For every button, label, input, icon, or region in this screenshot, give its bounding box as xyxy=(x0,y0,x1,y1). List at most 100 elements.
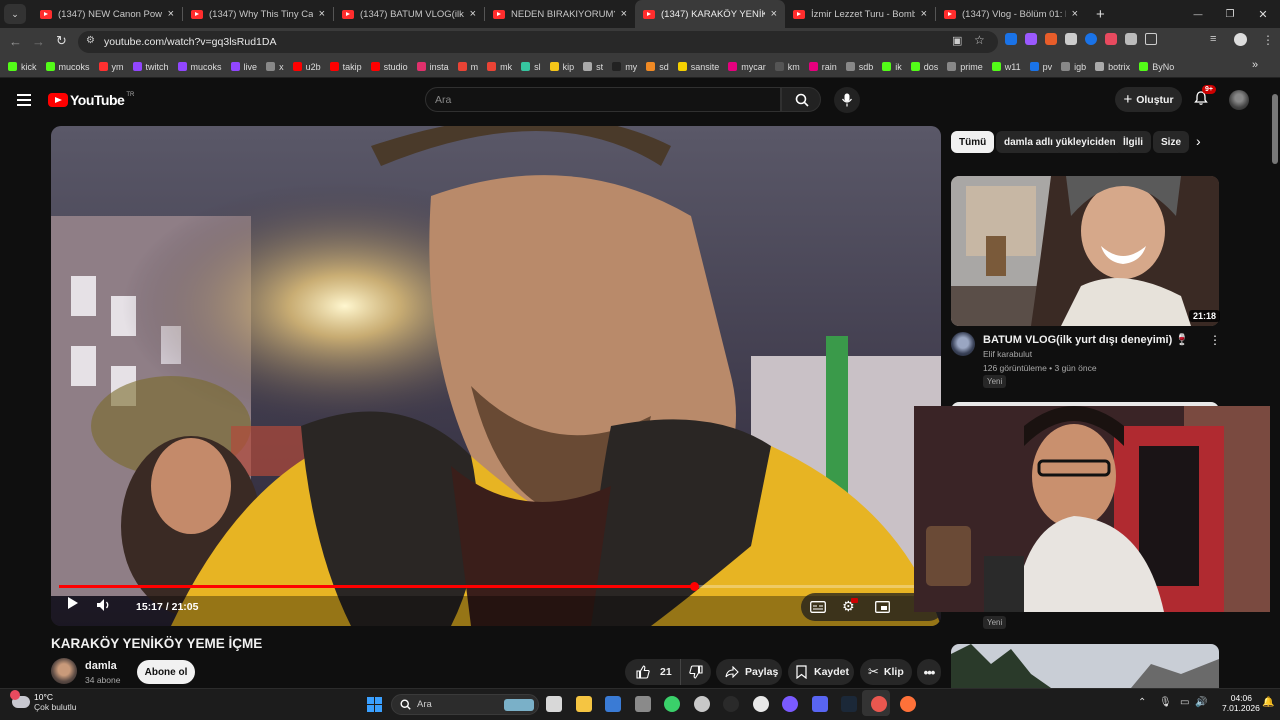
bookmark-item[interactable]: sl xyxy=(521,62,541,72)
notification-center-icon[interactable]: 🔔 xyxy=(1262,697,1274,708)
video-player[interactable]: 15:17 / 21:05 ⚙ xyxy=(51,126,941,626)
file-explorer-icon[interactable] xyxy=(575,696,592,712)
back-arrow-icon[interactable]: ← xyxy=(9,34,22,49)
filter-chip[interactable]: Tümü xyxy=(951,131,995,153)
new-tab-button[interactable]: + xyxy=(1096,6,1105,23)
bookmark-item[interactable]: igb xyxy=(1061,62,1086,72)
extension-icon[interactable] xyxy=(1105,33,1117,45)
start-button[interactable] xyxy=(367,697,382,712)
bookmark-item[interactable]: sansite xyxy=(677,62,719,72)
rec-video-title[interactable]: BATUM VLOG(ilk yurt dışı deneyimi) 🍷 xyxy=(983,333,1189,346)
close-tab-icon[interactable]: × xyxy=(921,8,927,20)
bookmark-item[interactable]: km xyxy=(774,62,800,72)
bookmark-item[interactable]: mk xyxy=(487,62,512,72)
more-actions-button[interactable]: ••• xyxy=(917,659,941,685)
like-button[interactable]: 21 xyxy=(625,659,681,685)
search-input[interactable]: Ara xyxy=(435,94,451,106)
bookmark-item[interactable]: x xyxy=(266,62,284,72)
steam-icon[interactable] xyxy=(841,696,857,712)
bookmark-item[interactable]: rain xyxy=(808,62,837,72)
chips-next-arrow[interactable]: › xyxy=(1196,133,1201,149)
page-scrollbar[interactable] xyxy=(1270,80,1280,688)
scrubber-knob[interactable] xyxy=(689,582,699,591)
extension-icon[interactable] xyxy=(1065,33,1077,45)
bookmark-item[interactable]: ByNo xyxy=(1139,62,1174,72)
miniplayer-icon[interactable] xyxy=(875,601,890,613)
bookmark-item[interactable]: mucoks xyxy=(177,62,222,72)
bookmark-item[interactable]: my xyxy=(612,62,637,72)
account-avatar[interactable] xyxy=(1229,90,1249,110)
install-app-icon[interactable]: ▣ xyxy=(952,34,962,47)
site-info-icon[interactable]: ⚙ xyxy=(86,35,95,46)
extension-icon[interactable] xyxy=(1085,33,1097,45)
browser-tab[interactable]: (1347) NEW Canon Powershot V × xyxy=(32,0,182,28)
bookmark-item[interactable]: kip xyxy=(549,62,574,72)
reading-list-icon[interactable]: ≡ xyxy=(1210,33,1216,45)
channel-avatar[interactable] xyxy=(51,658,77,684)
settings-icon[interactable] xyxy=(634,696,651,712)
bookmark-item[interactable]: ym xyxy=(98,62,124,72)
minimize-button[interactable]: — xyxy=(1182,9,1214,19)
close-window-button[interactable]: ✕ xyxy=(1246,8,1280,21)
tab-search-button[interactable]: ⌄ xyxy=(4,4,26,24)
bookmark-item[interactable]: w11 xyxy=(991,62,1021,72)
rec-channel-name[interactable]: Elif karabulut xyxy=(983,349,1032,359)
bookmark-item[interactable]: sd xyxy=(646,62,669,72)
profile-icon[interactable] xyxy=(1234,33,1247,46)
dislike-button[interactable] xyxy=(681,659,711,685)
recommended-item[interactable]: 21:18 BATUM VLOG(ilk yurt dışı deneyimi)… xyxy=(951,176,1221,391)
app-icon[interactable] xyxy=(782,696,798,712)
rec-more-button[interactable]: ⋮ xyxy=(1209,333,1221,347)
bookmark-item[interactable]: st xyxy=(583,62,603,72)
search-button[interactable] xyxy=(781,87,821,112)
taskbar-search-input[interactable]: Ara xyxy=(417,699,432,710)
search-box[interactable]: Ara xyxy=(425,87,781,112)
bookmark-item[interactable]: dos xyxy=(910,62,938,72)
bookmark-item[interactable]: u2b xyxy=(292,62,321,72)
browser-tab[interactable]: (1347) Why This Tiny Canon Ca × xyxy=(183,0,333,28)
forward-arrow-icon[interactable]: → xyxy=(32,34,45,49)
scrollbar-thumb[interactable] xyxy=(1272,94,1278,164)
save-button[interactable]: Kaydet xyxy=(788,659,854,685)
browser-tab[interactable]: (1347) BATUM VLOG(ilk yurt d × xyxy=(334,0,484,28)
filter-chip[interactable]: İlgili xyxy=(1115,131,1151,153)
tray-overflow-icon[interactable]: ⌃ xyxy=(1138,697,1146,708)
app-icon[interactable] xyxy=(664,696,680,712)
app-icon[interactable] xyxy=(693,696,710,712)
store-icon[interactable] xyxy=(605,696,621,712)
speaker-icon[interactable]: 🔊 xyxy=(1195,697,1207,708)
extension-icon[interactable] xyxy=(1045,33,1057,45)
filter-chip[interactable]: damla adlı yükleyiciden xyxy=(996,131,1124,153)
share-button[interactable]: Paylaş xyxy=(716,659,782,685)
notifications-button[interactable]: 9+ xyxy=(1193,85,1216,108)
recommended-thumbnail-3[interactable] xyxy=(951,644,1219,688)
extension-icon[interactable] xyxy=(1005,33,1017,45)
subtitles-icon[interactable] xyxy=(810,601,826,613)
kebab-menu-icon[interactable]: ⋮ xyxy=(1262,33,1274,47)
subscribe-button[interactable]: Abone ol xyxy=(137,660,195,684)
bookmark-item[interactable]: insta xyxy=(416,62,449,72)
close-tab-icon[interactable]: × xyxy=(771,8,777,20)
settings-button[interactable]: ⚙ xyxy=(842,598,858,616)
bookmark-item[interactable]: sdb xyxy=(845,62,873,72)
bookmark-item[interactable]: studio xyxy=(370,62,408,72)
hamburger-menu-icon[interactable] xyxy=(17,94,31,106)
youtube-logo[interactable]: YouTube TR xyxy=(48,92,134,108)
close-tab-icon[interactable]: × xyxy=(470,8,476,20)
bookmarks-overflow-icon[interactable]: » xyxy=(1252,59,1258,71)
url-text[interactable]: youtube.com/watch?v=gq3lsRud1DA xyxy=(104,36,276,48)
clip-button[interactable]: ✂ Klip xyxy=(860,659,912,685)
close-tab-icon[interactable]: × xyxy=(621,8,627,20)
microphone-tray-icon[interactable]: 🎙 xyxy=(1159,697,1172,708)
browser-tab[interactable]: NEDEN BIRAKIYORUM? valorar × xyxy=(485,0,635,28)
reload-icon[interactable]: ↻ xyxy=(56,33,67,49)
clock[interactable]: 04:06 7.01.2026 xyxy=(1222,693,1260,713)
browser-tab[interactable]: İzmir Lezzet Turu - Bomba, Kur × xyxy=(785,0,935,28)
bookmark-item[interactable]: kick xyxy=(8,62,37,72)
network-icon[interactable]: ▭ xyxy=(1180,697,1189,708)
bookmark-item[interactable]: takip xyxy=(329,62,362,72)
bookmark-item[interactable]: botrix xyxy=(1095,62,1130,72)
bookmark-item[interactable]: live xyxy=(230,62,257,72)
filter-chip[interactable]: Size xyxy=(1153,131,1189,153)
extension-icon[interactable] xyxy=(1125,33,1137,45)
